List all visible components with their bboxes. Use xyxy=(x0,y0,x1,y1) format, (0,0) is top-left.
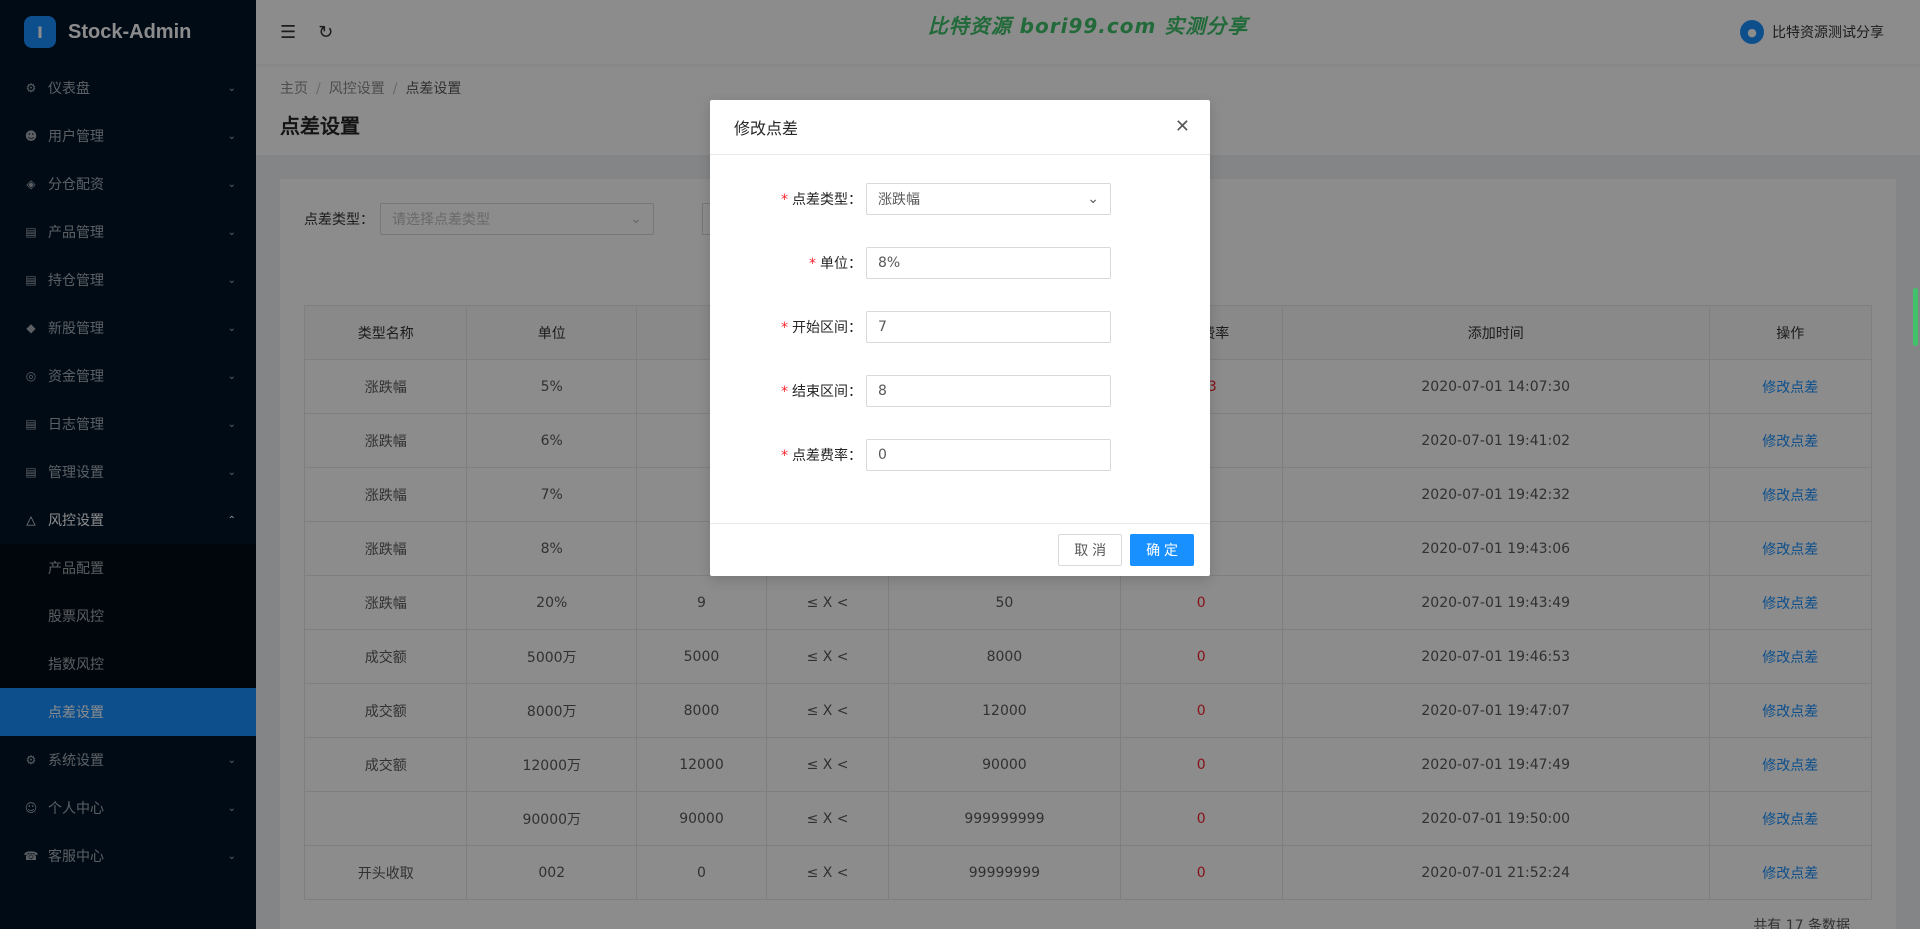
form-label: * 点差费率： xyxy=(710,445,866,465)
form-row-start: * 开始区间： 7 xyxy=(710,311,1210,343)
unit-field[interactable]: 8% xyxy=(866,247,1111,279)
end-range-field[interactable]: 8 xyxy=(866,375,1111,407)
modal-title: 修改点差 xyxy=(734,119,799,138)
close-icon[interactable]: ✕ xyxy=(1175,116,1190,137)
required-mark: * xyxy=(781,192,788,208)
form-label: * 开始区间： xyxy=(710,317,866,337)
form-row-end: * 结束区间： 8 xyxy=(710,375,1210,407)
unit-value: 8% xyxy=(878,255,901,271)
form-label-text: 单位： xyxy=(820,256,862,272)
scrollbar-thumb[interactable] xyxy=(1913,288,1918,346)
required-mark: * xyxy=(809,256,816,272)
start-range-field[interactable]: 7 xyxy=(866,311,1111,343)
chevron-down-icon: ⌄ xyxy=(1087,191,1099,207)
modal-footer: 取 消 确 定 xyxy=(710,523,1210,576)
required-mark: * xyxy=(781,384,788,400)
modal-header: 修改点差 ✕ xyxy=(710,100,1210,155)
form-row-type: * 点差类型： 涨跌幅 ⌄ xyxy=(710,183,1210,215)
form-label-text: 点差费率： xyxy=(792,448,862,464)
edit-spread-modal: 修改点差 ✕ * 点差类型： 涨跌幅 ⌄ * 单位： 8% * 开始区间： 7 * 结束区… xyxy=(710,100,1210,576)
modal-body: * 点差类型： 涨跌幅 ⌄ * 单位： 8% * 开始区间： 7 * 结束区间： 8 * 点… xyxy=(710,155,1210,523)
end-range-value: 8 xyxy=(878,383,887,399)
ok-button[interactable]: 确 定 xyxy=(1130,534,1194,566)
spread-rate-value: 0 xyxy=(878,447,887,463)
form-row-rate: * 点差费率： 0 xyxy=(710,439,1210,471)
required-mark: * xyxy=(781,448,788,464)
spread-type-field[interactable]: 涨跌幅 ⌄ xyxy=(866,183,1111,215)
form-row-unit: * 单位： 8% xyxy=(710,247,1210,279)
required-mark: * xyxy=(781,320,788,336)
form-label: * 单位： xyxy=(710,253,866,273)
form-label-text: 结束区间： xyxy=(792,384,862,400)
form-label: * 点差类型： xyxy=(710,189,866,209)
form-label-text: 点差类型： xyxy=(792,192,862,208)
spread-type-value: 涨跌幅 xyxy=(878,192,920,208)
cancel-button[interactable]: 取 消 xyxy=(1058,534,1123,566)
form-label-text: 开始区间： xyxy=(792,320,862,336)
start-range-value: 7 xyxy=(878,319,887,335)
form-label: * 结束区间： xyxy=(710,381,866,401)
spread-rate-field[interactable]: 0 xyxy=(866,439,1111,471)
